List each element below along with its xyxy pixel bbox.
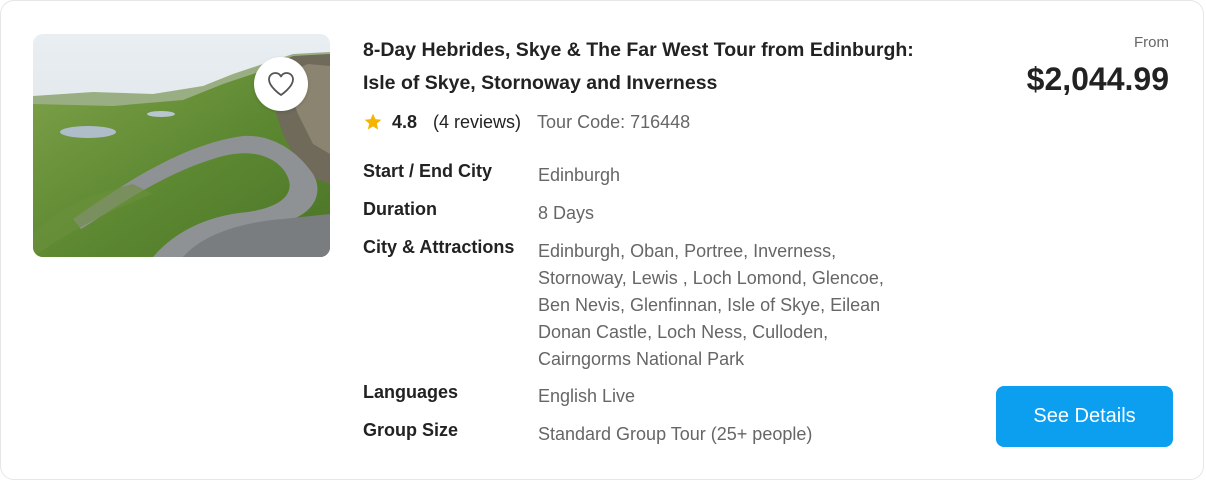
- detail-value: Edinburgh, Oban, Portree, Inverness, Sto…: [538, 241, 884, 369]
- price-prefix: From: [1134, 34, 1169, 51]
- detail-label: Start / End City: [363, 161, 493, 181]
- favorite-button[interactable]: [254, 57, 308, 111]
- star-icon: [364, 113, 382, 130]
- price: $2,044.99: [1026, 61, 1169, 97]
- detail-value: English Live: [538, 386, 636, 406]
- tour-title[interactable]: 8-Day Hebrides, Skye & The Far West Tour…: [363, 34, 923, 100]
- detail-label: City & Attractions: [363, 237, 515, 257]
- detail-label: Duration: [363, 199, 437, 219]
- detail-value: 8 Days: [538, 203, 595, 223]
- rating-row: 4.8 (4 reviews) Tour Code: 716448: [363, 110, 690, 134]
- reviews-count[interactable]: (4 reviews): [433, 112, 521, 133]
- detail-value: Standard Group Tour (25+ people): [538, 424, 813, 444]
- see-details-button[interactable]: See Details: [996, 386, 1173, 447]
- heart-outline-icon: [268, 72, 294, 96]
- tour-code: Tour Code: 716448: [537, 111, 691, 132]
- rating-value: 4.8: [392, 111, 418, 132]
- detail-value: Edinburgh: [538, 165, 621, 185]
- tour-card: 8-Day Hebrides, Skye & The Far West Tour…: [0, 0, 1204, 480]
- detail-label: Group Size: [363, 420, 459, 440]
- detail-label: Languages: [363, 382, 459, 402]
